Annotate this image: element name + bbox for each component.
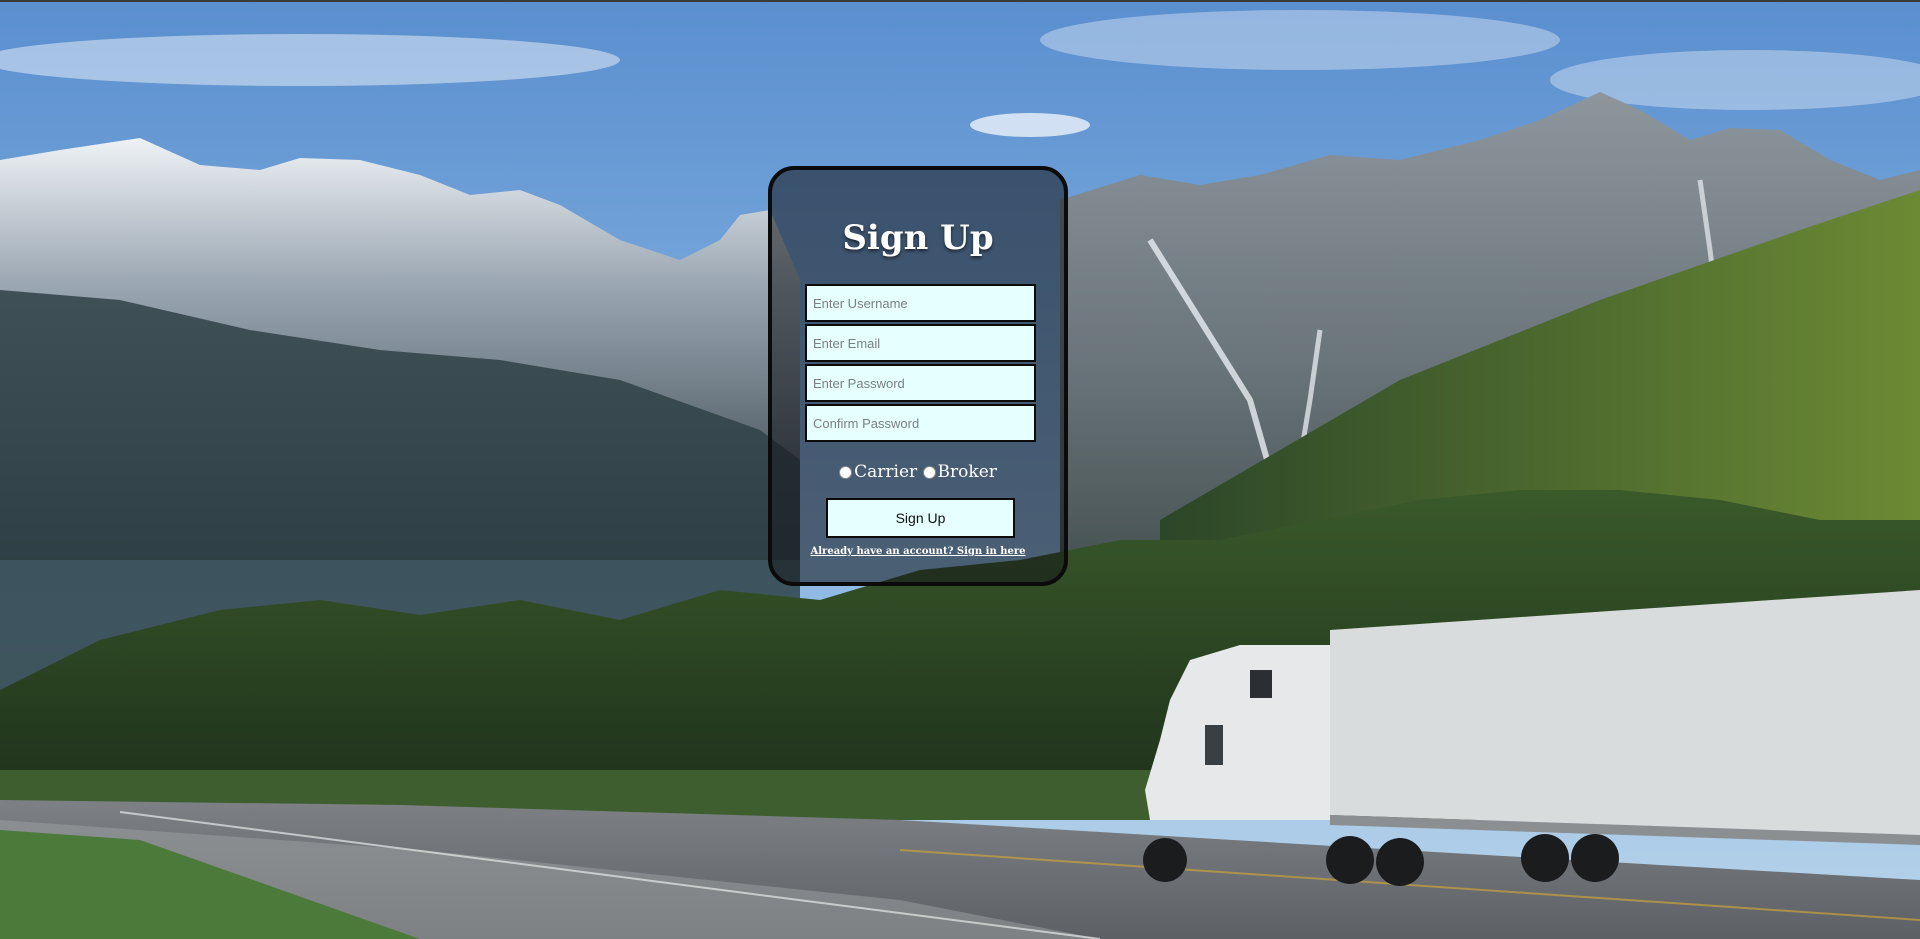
password-input[interactable] <box>805 364 1036 402</box>
email-input[interactable] <box>805 324 1036 362</box>
carrier-radio-icon[interactable] <box>839 465 853 479</box>
role-selector: Carrier Broker <box>772 462 1064 484</box>
signup-card: Sign Up Carrier Broker Sign Up Already h… <box>768 166 1068 586</box>
role-option-carrier[interactable]: Carrier <box>839 462 917 482</box>
role-option-broker[interactable]: Broker <box>922 462 997 482</box>
username-input[interactable] <box>805 284 1036 322</box>
confirm-password-input[interactable] <box>805 404 1036 442</box>
signin-link[interactable]: Already have an account? Sign in here <box>772 546 1064 557</box>
broker-label: Broker <box>937 462 997 482</box>
carrier-label: Carrier <box>854 462 918 482</box>
broker-radio-icon[interactable] <box>922 465 936 479</box>
signup-title: Sign Up <box>842 218 994 258</box>
signup-button[interactable]: Sign Up <box>826 498 1015 538</box>
window-top-edge <box>0 0 1920 2</box>
